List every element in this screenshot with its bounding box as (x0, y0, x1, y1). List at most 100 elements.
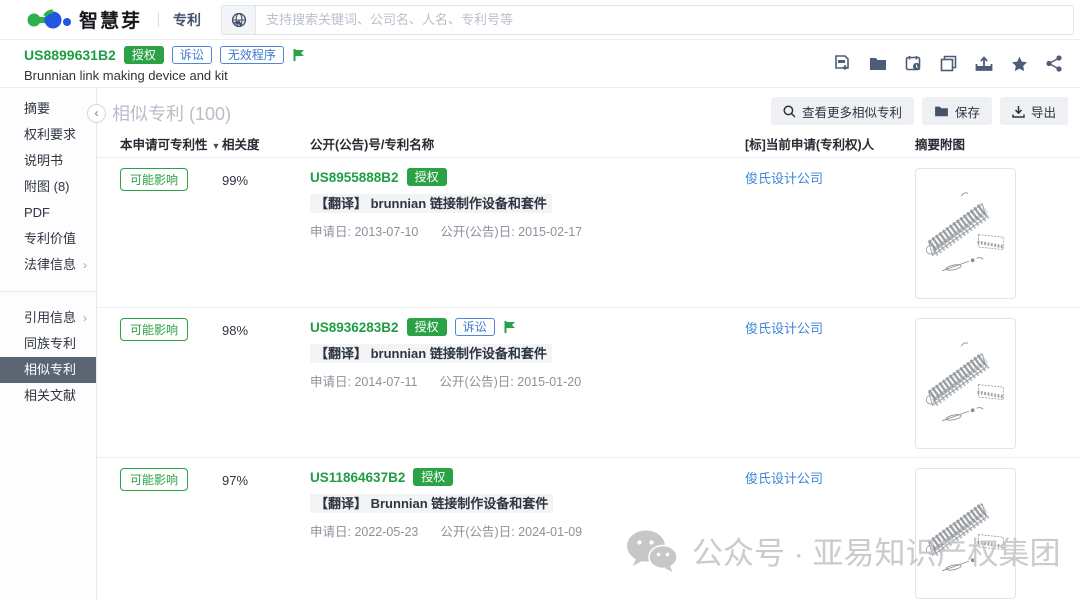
sidebar-item-pdf[interactable]: PDF (0, 200, 96, 226)
patent-number[interactable]: US8899631B2 (24, 47, 116, 63)
patsnap-logo-icon (26, 9, 72, 31)
patent-number-link[interactable]: US8955888B2 (310, 170, 399, 185)
save-label: 保存 (955, 102, 980, 121)
chevron-right-icon: › (83, 305, 87, 331)
table-header: 本申请可专利性▼ 相关度 公开(公告)号/专利名称 [标]当前申请(专利权)人 … (97, 130, 1080, 158)
assignee-link[interactable]: 俊氏设计公司 (745, 166, 823, 186)
flag-icon (292, 48, 305, 62)
col-header-assignee: [标]当前申请(专利权)人 (745, 134, 915, 153)
sidebar: 摘要 权利要求 说明书 附图 (8) PDF 专利价值 法律信息› 引用信息› … (0, 88, 97, 600)
sidebar-item-abstract[interactable]: 摘要 (0, 96, 96, 122)
table-row: 可能影响 97% US11864637B2 授权 【翻译】 Brunnian 链… (97, 458, 1080, 608)
abstract-drawing-thumbnail[interactable] (915, 468, 1016, 599)
patent-title-translated[interactable]: 【翻译】 brunnian 链接制作设备和套件 (310, 343, 745, 363)
sidebar-item-family[interactable]: 同族专利 (0, 331, 96, 357)
sidebar-item-claims[interactable]: 权利要求 (0, 122, 96, 148)
pdf-download-icon[interactable] (834, 55, 851, 72)
globe-icon (231, 12, 247, 28)
patent-title-text: 【翻译】 Brunnian 链接制作设备和套件 (310, 494, 553, 513)
status-badge-granted: 授权 (413, 468, 453, 486)
sidebar-item-label: 附图 (8) (24, 179, 70, 194)
share-icon[interactable] (1046, 55, 1062, 72)
sidebar-item-label: 说明书 (24, 153, 63, 168)
patentability-badge: 可能影响 (120, 318, 188, 341)
divider (0, 291, 96, 292)
abstract-drawing-thumbnail[interactable] (915, 318, 1016, 449)
patent-title-translated[interactable]: 【翻译】 Brunnian 链接制作设备和套件 (310, 493, 745, 513)
patent-number-link[interactable]: US11864637B2 (310, 470, 405, 485)
copy-icon[interactable] (940, 55, 957, 72)
sidebar-item-related-literature[interactable]: 相关文献 (0, 383, 96, 409)
status-badge-granted: 授权 (407, 318, 447, 336)
export-icon[interactable] (975, 56, 993, 72)
sidebar-item-legal-info[interactable]: 法律信息 › (0, 252, 96, 278)
col-header-number-title: 公开(公告)号/专利名称 (310, 134, 745, 153)
folder-icon[interactable] (869, 56, 887, 71)
nav-patent-tab[interactable]: 专利 (173, 10, 201, 30)
sidebar-item-description[interactable]: 说明书 (0, 148, 96, 174)
export-button[interactable]: 导出 (1000, 97, 1068, 125)
status-badge-granted: 授权 (124, 46, 164, 64)
sidebar-collapse-button[interactable]: ‹ (87, 104, 106, 123)
table-row: 可能影响 98% US8936283B2 授权 诉讼 【翻译】 brunnian… (97, 308, 1080, 458)
sidebar-item-label: 法律信息 (24, 257, 76, 272)
favorite-star-icon[interactable] (1011, 56, 1028, 72)
section-title: 相似专利 (100) (112, 104, 231, 124)
patentability-badge: 可能影响 (120, 168, 188, 191)
section-actions: 查看更多相似专利 保存 导出 (771, 97, 1068, 125)
patent-dates: 申请日: 2014-07-11 公开(公告)日: 2015-01-20 (310, 371, 745, 390)
patentability-badge: 可能影响 (120, 468, 188, 491)
assignee-link[interactable]: 俊氏设计公司 (745, 316, 823, 336)
patent-drawing (923, 478, 1009, 590)
search-scope-selector[interactable] (222, 6, 256, 34)
sidebar-item-label: PDF (24, 205, 50, 220)
sidebar-item-label: 摘要 (24, 101, 50, 116)
application-date: 申请日: 2013-07-10 (310, 221, 418, 240)
section-count: (100) (189, 104, 231, 124)
sidebar-item-label: 相似专利 (24, 362, 76, 377)
save-report-icon[interactable] (905, 55, 922, 72)
patent-dates: 申请日: 2022-05-23 公开(公告)日: 2024-01-09 (310, 521, 745, 540)
table-row: 可能影响 99% US8955888B2 授权 【翻译】 brunnian 链接… (97, 158, 1080, 308)
save-button[interactable]: 保存 (922, 97, 992, 125)
relevance-value: 99% (222, 168, 310, 307)
publication-date: 公开(公告)日: 2015-02-17 (440, 221, 582, 240)
patent-title-translated[interactable]: 【翻译】 brunnian 链接制作设备和套件 (310, 193, 745, 213)
col-header-label: 公开(公告)号/专利名称 (310, 138, 434, 152)
status-badge-granted: 授权 (407, 168, 447, 186)
patent-toolbar (834, 55, 1062, 72)
sidebar-item-label: 权利要求 (24, 127, 76, 142)
assignee-link[interactable]: 俊氏设计公司 (745, 466, 823, 486)
sidebar-item-similar-patents[interactable]: 相似专利 (0, 357, 96, 383)
col-header-label: 相关度 (222, 138, 260, 152)
chevron-right-icon: › (83, 252, 87, 278)
relevance-value: 97% (222, 468, 310, 608)
application-date: 申请日: 2014-07-11 (310, 371, 417, 390)
patent-header-bar: US8899631B2 授权 诉讼 无效程序 Brunnian link mak… (0, 40, 1080, 88)
divider (158, 12, 159, 27)
sort-descending-icon[interactable]: ▼ (212, 141, 221, 151)
patent-number-link[interactable]: US8936283B2 (310, 320, 399, 335)
content-header: 相似专利 (100) 查看更多相似专利 保存 (97, 88, 1080, 130)
status-badge-invalidation[interactable]: 无效程序 (220, 46, 284, 64)
status-badge-litigation[interactable]: 诉讼 (455, 318, 495, 336)
sidebar-item-citations[interactable]: 引用信息› (0, 305, 96, 331)
search-box (221, 5, 1074, 35)
export-label: 导出 (1031, 102, 1056, 121)
publication-date: 公开(公告)日: 2015-01-20 (439, 371, 581, 390)
folder-icon (934, 105, 949, 117)
view-more-similar-button[interactable]: 查看更多相似专利 (771, 97, 914, 125)
sidebar-item-patent-value[interactable]: 专利价值 (0, 226, 96, 252)
search-input[interactable] (256, 6, 1073, 34)
patent-drawing (923, 178, 1009, 290)
flag-icon (503, 320, 516, 334)
abstract-drawing-thumbnail[interactable] (915, 168, 1016, 299)
main-content: 相似专利 (100) 查看更多相似专利 保存 (97, 88, 1080, 600)
patent-dates: 申请日: 2013-07-10 公开(公告)日: 2015-02-17 (310, 221, 745, 240)
relevance-value: 98% (222, 318, 310, 457)
col-header-patentability[interactable]: 本申请可专利性▼ (97, 134, 222, 153)
brand-name: 智慧芽 (79, 6, 142, 33)
status-badge-litigation[interactable]: 诉讼 (172, 46, 212, 64)
sidebar-item-drawings[interactable]: 附图 (8) (0, 174, 96, 200)
patent-title-text: 【翻译】 brunnian 链接制作设备和套件 (310, 194, 552, 213)
